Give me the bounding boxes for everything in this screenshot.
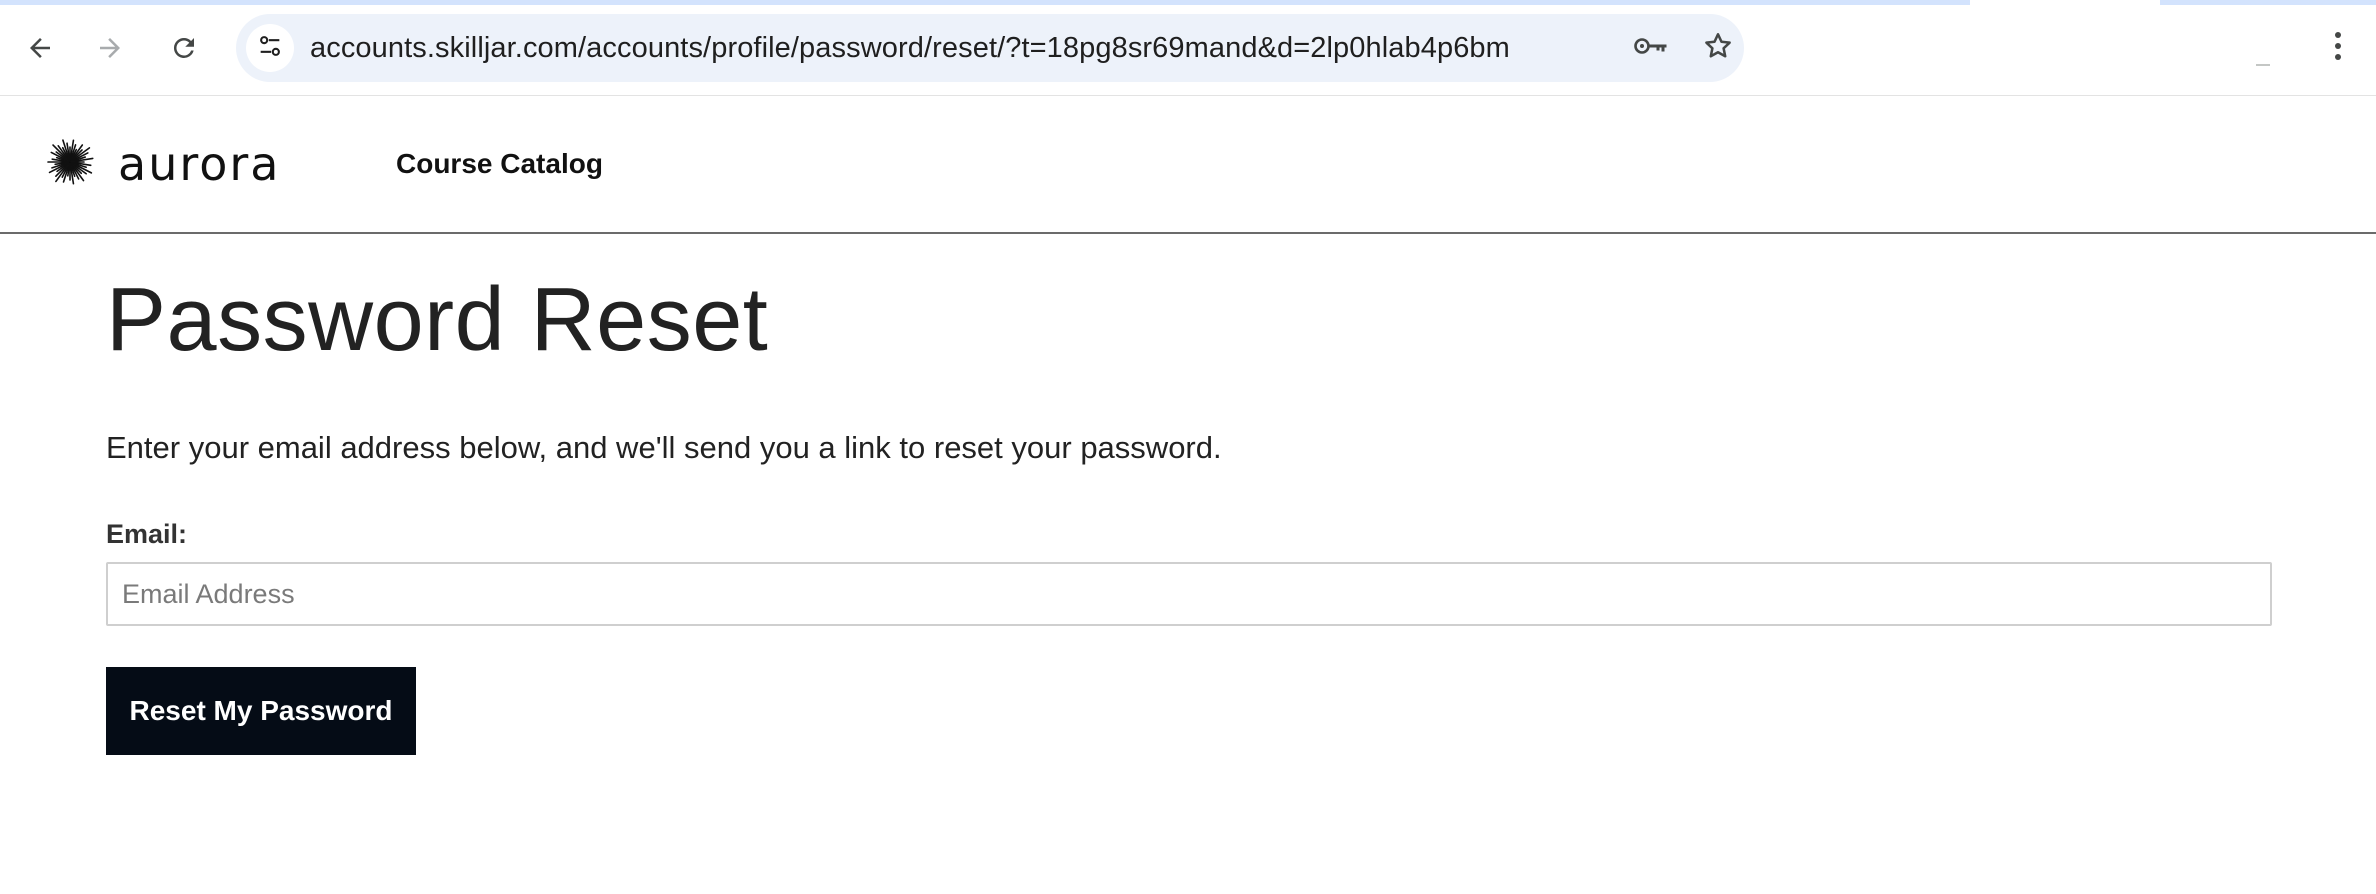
site-info-button[interactable] <box>246 24 294 72</box>
logo-wordmark: aurora <box>118 137 281 191</box>
reload-button[interactable] <box>160 24 208 72</box>
toolbar-divider <box>2256 64 2270 66</box>
tune-icon <box>256 32 284 65</box>
password-key-button[interactable] <box>1628 24 1676 72</box>
email-label: Email: <box>106 519 188 549</box>
page-title: Password Reset <box>106 270 769 370</box>
browser-toolbar: accounts.skilljar.com/accounts/profile/p… <box>0 0 2376 96</box>
browser-menu-button[interactable] <box>2314 24 2362 72</box>
instructions-text: Enter your email address below, and we'l… <box>106 430 1222 465</box>
reload-icon <box>169 33 199 63</box>
forward-button[interactable] <box>86 24 134 72</box>
star-icon <box>1702 30 1734 67</box>
address-bar[interactable]: accounts.skilljar.com/accounts/profile/p… <box>236 14 1744 82</box>
back-button[interactable] <box>16 24 64 72</box>
tab-strip-edge-right <box>2160 0 2376 5</box>
reset-password-button[interactable]: Reset My Password <box>106 667 416 755</box>
nav-course-catalog[interactable]: Course Catalog <box>396 144 603 184</box>
site-header: aurora Course Catalog <box>0 96 2376 234</box>
kebab-menu-icon <box>2332 30 2344 67</box>
arrow-right-icon <box>95 33 125 63</box>
tab-strip-edge <box>0 0 1970 5</box>
url-text[interactable]: accounts.skilljar.com/accounts/profile/p… <box>310 14 1510 82</box>
bookmark-button[interactable] <box>1694 24 1742 72</box>
arrow-left-icon <box>25 33 55 63</box>
starburst-logo-icon <box>44 136 96 193</box>
aurora-logo-link[interactable]: aurora <box>44 138 281 190</box>
email-field[interactable] <box>106 562 2272 626</box>
key-icon <box>1633 34 1671 63</box>
